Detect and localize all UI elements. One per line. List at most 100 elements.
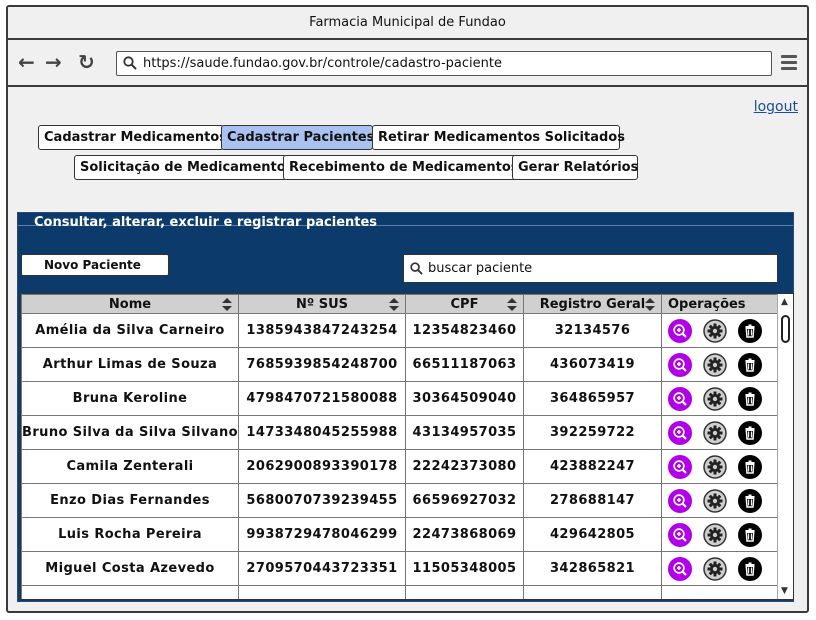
- table-row[interactable]: Bruno Silva da Silva Silvano 147334804525…: [21, 415, 779, 450]
- delete-patient-trash-icon[interactable]: [738, 454, 762, 479]
- view-patient-icon[interactable]: [668, 352, 692, 377]
- cell-cpf: 66511187063: [405, 347, 524, 382]
- edit-patient-gear-icon[interactable]: [703, 318, 727, 343]
- search-placeholder: buscar paciente: [428, 261, 533, 276]
- hamburger-menu-icon[interactable]: [781, 55, 797, 70]
- column-header-rg[interactable]: Registro Geral: [523, 294, 662, 314]
- view-patient-icon[interactable]: [668, 386, 692, 411]
- view-patient-icon[interactable]: [668, 488, 692, 513]
- table-body: Amélia da Silva Carneiro 1385943847243254…: [21, 313, 779, 599]
- cell-sus: 5680070739239455: [238, 483, 406, 518]
- edit-patient-gear-icon[interactable]: [703, 522, 727, 547]
- empty-cell: [21, 585, 239, 599]
- table-header-row: Nome Nº SUS CPF Registro Geral Operações: [21, 294, 779, 314]
- forward-arrow-icon[interactable]: →: [45, 50, 62, 74]
- cell-nome: Amélia da Silva Carneiro: [21, 313, 239, 348]
- cell-cpf: 22242373080: [405, 449, 524, 484]
- column-header-sus[interactable]: Nº SUS: [238, 294, 406, 314]
- table-row[interactable]: Enzo Dias Fernandes 5680070739239455 66596…: [21, 483, 779, 518]
- tab-solicitacao-medicamentos[interactable]: Solicitação de Medicamentos: [74, 155, 293, 180]
- view-patient-icon[interactable]: [668, 556, 692, 581]
- logout-link[interactable]: logout: [754, 99, 798, 115]
- view-patient-icon[interactable]: [668, 454, 692, 479]
- scroll-up-arrow-icon[interactable]: ▲: [781, 297, 788, 307]
- view-patient-icon[interactable]: [668, 522, 692, 547]
- cell-operacoes: [661, 381, 779, 416]
- cell-sus: 2709570443723351: [238, 551, 406, 586]
- edit-patient-gear-icon[interactable]: [703, 420, 727, 445]
- reload-icon[interactable]: ↻: [78, 50, 95, 74]
- table-row[interactable]: Luis Rocha Pereira 9938729478046299 224738…: [21, 517, 779, 552]
- cell-cpf: 43134957035: [405, 415, 524, 450]
- cell-nome: Bruno Silva da Silva Silvano: [21, 415, 239, 450]
- delete-patient-trash-icon[interactable]: [738, 318, 762, 343]
- cell-rg: 342865821: [523, 551, 662, 586]
- delete-patient-trash-icon[interactable]: [738, 556, 762, 581]
- cell-cpf: 11505348005: [405, 551, 524, 586]
- cell-operacoes: [661, 415, 779, 450]
- cell-operacoes: [661, 517, 779, 552]
- new-patient-button[interactable]: Novo Paciente: [21, 254, 169, 276]
- edit-patient-gear-icon[interactable]: [703, 556, 727, 581]
- cell-nome: Camila Zenterali: [21, 449, 239, 484]
- column-header-operacoes: Operações: [661, 294, 779, 314]
- column-header-cpf[interactable]: CPF: [405, 294, 524, 314]
- table-row[interactable]: Miguel Costa Azevedo 2709570443723351 1150…: [21, 551, 779, 586]
- cell-cpf: 66596927032: [405, 483, 524, 518]
- edit-patient-gear-icon[interactable]: [703, 386, 727, 411]
- sort-icon[interactable]: [389, 298, 399, 311]
- cell-operacoes: [661, 347, 779, 382]
- patient-search-input[interactable]: buscar paciente: [403, 254, 778, 283]
- cell-cpf: 22473868069: [405, 517, 524, 552]
- cell-operacoes: [661, 551, 779, 586]
- delete-patient-trash-icon[interactable]: [738, 488, 762, 513]
- cell-nome: Luis Rocha Pereira: [21, 517, 239, 552]
- delete-patient-trash-icon[interactable]: [738, 420, 762, 445]
- table-row[interactable]: Camila Zenterali 2062900893390178 22242373…: [21, 449, 779, 484]
- edit-patient-gear-icon[interactable]: [703, 352, 727, 377]
- address-bar[interactable]: https://saude.fundao.gov.br/controle/cad…: [116, 51, 772, 76]
- search-icon: [123, 56, 137, 70]
- column-header-nome[interactable]: Nome: [21, 294, 239, 314]
- delete-patient-trash-icon[interactable]: [738, 386, 762, 411]
- tab-recebimento-medicamentos[interactable]: Recebimento de Medicamentos: [283, 155, 519, 180]
- tab-retirar-medicamentos[interactable]: Retirar Medicamentos Solicitados: [372, 125, 625, 150]
- tab-cadastrar-pacientes[interactable]: Cadastrar Pacientes: [221, 125, 374, 150]
- scrollbar-thumb[interactable]: [781, 315, 790, 343]
- sort-icon[interactable]: [222, 298, 232, 311]
- cell-operacoes: [661, 483, 779, 518]
- cell-rg: 436073419: [523, 347, 662, 382]
- delete-patient-trash-icon[interactable]: [738, 522, 762, 547]
- sort-icon[interactable]: [645, 298, 655, 311]
- empty-cell: [661, 585, 779, 599]
- cell-rg: 32134576: [523, 313, 662, 348]
- cell-operacoes: [661, 313, 779, 348]
- table-row[interactable]: Bruna Keroline 4798470721580088 3036450904…: [21, 381, 779, 416]
- cell-nome: Enzo Dias Fernandes: [21, 483, 239, 518]
- cell-sus: 1385943847243254: [238, 313, 406, 348]
- back-arrow-icon[interactable]: ←: [18, 50, 35, 74]
- panel-title: Consultar, alterar, excluir e registrar …: [34, 215, 378, 230]
- delete-patient-trash-icon[interactable]: [738, 352, 762, 377]
- table-row[interactable]: Arthur Limas de Souza 7685939854248700 665…: [21, 347, 779, 382]
- cell-operacoes: [661, 449, 779, 484]
- cell-rg: 429642805: [523, 517, 662, 552]
- view-patient-icon[interactable]: [668, 318, 692, 343]
- tab-gerar-relatorios[interactable]: Gerar Relatórios: [512, 155, 638, 180]
- edit-patient-gear-icon[interactable]: [703, 488, 727, 513]
- sort-icon[interactable]: [507, 298, 517, 311]
- url-text: https://saude.fundao.gov.br/controle/cad…: [143, 56, 502, 71]
- tab-cadastrar-medicamentos[interactable]: Cadastrar Medicamentos: [38, 125, 227, 150]
- table-row[interactable]: Amélia da Silva Carneiro 1385943847243254…: [21, 313, 779, 348]
- patients-panel: Consultar, alterar, excluir e registrar …: [17, 212, 794, 602]
- browser-navbar: ← → ↻ https://saude.fundao.gov.br/contro…: [8, 40, 807, 87]
- cell-nome: Bruna Keroline: [21, 381, 239, 416]
- table-scrollbar[interactable]: ▲ ▼: [777, 294, 793, 599]
- cell-cpf: 30364509040: [405, 381, 524, 416]
- scroll-down-arrow-icon[interactable]: ▼: [781, 586, 788, 596]
- patients-table: Nome Nº SUS CPF Registro Geral Operações…: [20, 293, 794, 600]
- edit-patient-gear-icon[interactable]: [703, 454, 727, 479]
- cell-nome: Arthur Limas de Souza: [21, 347, 239, 382]
- view-patient-icon[interactable]: [668, 420, 692, 445]
- cell-sus: 9938729478046299: [238, 517, 406, 552]
